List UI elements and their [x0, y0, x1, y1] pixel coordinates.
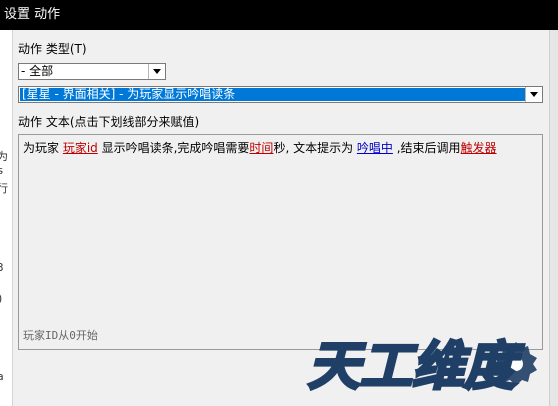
action-text-part: ,结束后调用 — [392, 141, 461, 155]
watermark-logo: 天工维度 — [307, 336, 537, 399]
action-text-part: 秒, 文本提示为 — [273, 141, 357, 155]
prompt-text-link[interactable]: 吟唱中 — [357, 141, 393, 155]
background-text-fragment: s — [0, 164, 4, 177]
watermark-text: 天工维度 — [308, 337, 524, 397]
title-bar[interactable]: 设置 动作 — [0, 0, 558, 30]
time-link[interactable]: 时间 — [249, 141, 273, 155]
trigger-link[interactable]: 触发器 — [461, 141, 497, 155]
dropdown-button[interactable] — [148, 64, 165, 79]
action-text-part: 显示吟唱读条,完成吟唱需要 — [97, 141, 250, 155]
background-text-fragment: 为 — [0, 148, 8, 164]
action-select-dropdown[interactable]: [星星 - 界面相关] - 为玩家显示吟唱读条 — [18, 86, 543, 103]
chevron-down-icon — [530, 92, 538, 97]
action-type-label: 动作 类型(T) — [18, 42, 87, 56]
action-text-part: 为玩家 — [23, 141, 63, 155]
chevron-down-icon — [153, 69, 161, 74]
action-type-dropdown[interactable]: - 全部 — [18, 63, 166, 80]
dropdown-button[interactable] — [525, 87, 542, 102]
background-text-fragment: 3 — [0, 261, 4, 274]
action-text-line: 为玩家 玩家id 显示吟唱读条,完成吟唱需要时间秒, 文本提示为 吟唱中 ,结束… — [23, 139, 497, 156]
player-id-link[interactable]: 玩家id — [63, 141, 98, 155]
action-type-value: - 全部 — [21, 64, 54, 78]
window-title: 设置 动作 — [4, 7, 61, 22]
background-window-edge: 为 s 行 3 ) a — [0, 30, 13, 406]
action-text-label: 动作 文本(点击下划线部分来赋值) — [18, 115, 200, 129]
background-text-fragment: 行 — [0, 180, 8, 196]
hint-text: 玩家ID从0开始 — [23, 329, 98, 342]
action-select-value: [星星 - 界面相关] - 为玩家显示吟唱读条 — [20, 88, 525, 101]
background-text-fragment: a — [0, 370, 4, 383]
background-text-fragment: ) — [0, 292, 4, 305]
